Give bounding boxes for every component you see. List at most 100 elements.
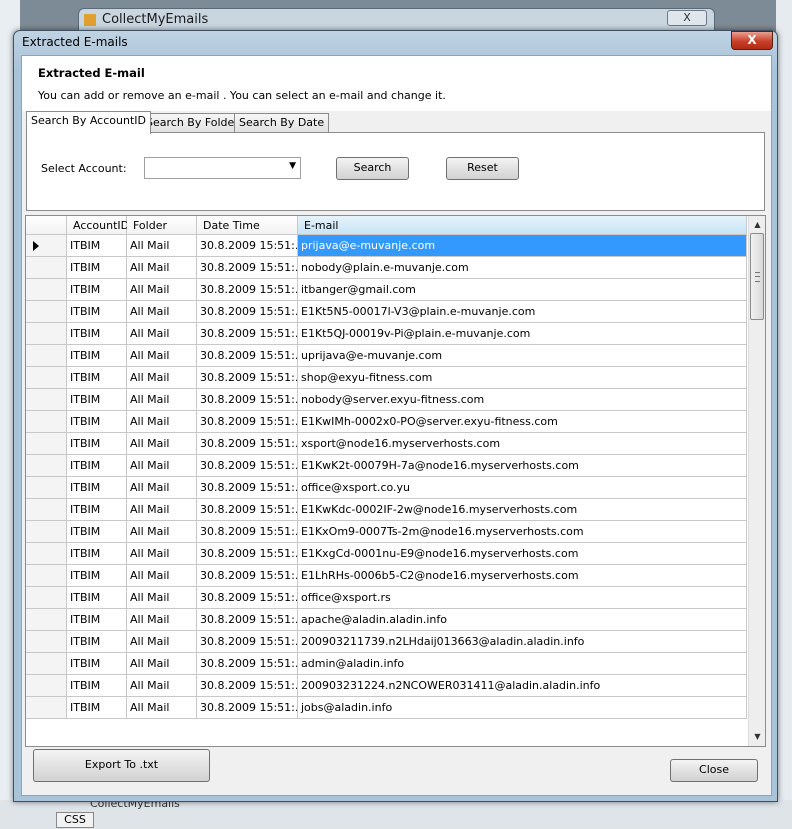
cell-datetime[interactable]: 30.8.2009 15:51:... (197, 565, 298, 587)
cell-folder[interactable]: All Mail (127, 301, 197, 323)
cell-folder[interactable]: All Mail (127, 609, 197, 631)
table-row[interactable]: ITBIM All Mail 30.8.2009 15:51:... E1Kt5N5-… (26, 301, 747, 323)
row-header[interactable] (26, 565, 67, 587)
cell-datetime[interactable]: 30.8.2009 15:51:... (197, 235, 298, 257)
cell-folder[interactable]: All Mail (127, 697, 197, 719)
dialog-close-button[interactable]: X (731, 31, 773, 50)
cell-datetime[interactable]: 30.8.2009 15:51:... (197, 609, 298, 631)
cell-folder[interactable]: All Mail (127, 235, 197, 257)
cell-datetime[interactable]: 30.8.2009 15:51:... (197, 323, 298, 345)
cell-email[interactable]: apache@aladin.aladin.info (298, 609, 747, 631)
cell-datetime[interactable]: 30.8.2009 15:51:... (197, 257, 298, 279)
cell-accountid[interactable]: ITBIM (67, 587, 127, 609)
cell-datetime[interactable]: 30.8.2009 15:51:... (197, 631, 298, 653)
cell-email[interactable]: shop@exyu-fitness.com (298, 367, 747, 389)
cell-email[interactable]: prijava@e-muvanje.com (298, 235, 747, 257)
cell-email[interactable]: xsport@node16.myserverhosts.com (298, 433, 747, 455)
row-header[interactable] (26, 367, 67, 389)
cell-accountid[interactable]: ITBIM (67, 631, 127, 653)
cell-accountid[interactable]: ITBIM (67, 521, 127, 543)
table-row[interactable]: ITBIM All Mail 30.8.2009 15:51:... 20090323… (26, 675, 747, 697)
row-header[interactable] (26, 345, 67, 367)
cell-email[interactable]: E1LhRHs-0006b5-C2@node16.myserverhosts.c… (298, 565, 747, 587)
export-to-txt-button[interactable]: Export To .txt (33, 749, 210, 782)
table-row[interactable]: ITBIM All Mail 30.8.2009 15:51:... E1LhRHs-… (26, 565, 747, 587)
cell-accountid[interactable]: ITBIM (67, 499, 127, 521)
row-header[interactable] (26, 433, 67, 455)
cell-datetime[interactable]: 30.8.2009 15:51:... (197, 389, 298, 411)
reset-button[interactable]: Reset (446, 157, 519, 180)
cell-accountid[interactable]: ITBIM (67, 345, 127, 367)
cell-folder[interactable]: All Mail (127, 367, 197, 389)
cell-datetime[interactable]: 30.8.2009 15:51:... (197, 675, 298, 697)
cell-folder[interactable]: All Mail (127, 345, 197, 367)
cell-accountid[interactable]: ITBIM (67, 477, 127, 499)
row-header[interactable] (26, 587, 67, 609)
cell-accountid[interactable]: ITBIM (67, 367, 127, 389)
table-row[interactable]: ITBIM All Mail 30.8.2009 15:51:... E1KxOm9-… (26, 521, 747, 543)
table-row[interactable]: ITBIM All Mail 30.8.2009 15:51:... nobody@s… (26, 389, 747, 411)
row-header[interactable] (26, 697, 67, 719)
row-header[interactable] (26, 653, 67, 675)
cell-email[interactable]: E1Kt5QJ-00019v-Pi@plain.e-muvanje.com (298, 323, 747, 345)
row-header[interactable] (26, 675, 67, 697)
cell-email[interactable]: nobody@server.exyu-fitness.com (298, 389, 747, 411)
table-row[interactable]: ITBIM All Mail 30.8.2009 15:51:... E1KxgCd-… (26, 543, 747, 565)
cell-datetime[interactable]: 30.8.2009 15:51:... (197, 367, 298, 389)
cell-datetime[interactable]: 30.8.2009 15:51:... (197, 587, 298, 609)
cell-datetime[interactable]: 30.8.2009 15:51:... (197, 499, 298, 521)
table-row[interactable]: ITBIM All Mail 30.8.2009 15:51:... E1KwK2t-… (26, 455, 747, 477)
row-header[interactable] (26, 499, 67, 521)
row-header[interactable] (26, 301, 67, 323)
row-header[interactable] (26, 257, 67, 279)
table-row[interactable]: ITBIM All Mail 30.8.2009 15:51:... 20090321… (26, 631, 747, 653)
table-row[interactable]: ITBIM All Mail 30.8.2009 15:51:... itbanger… (26, 279, 747, 301)
cell-accountid[interactable]: ITBIM (67, 455, 127, 477)
row-indicator-icon[interactable] (26, 235, 67, 257)
cell-datetime[interactable]: 30.8.2009 15:51:... (197, 433, 298, 455)
cell-email[interactable]: E1KwK2t-00079H-7a@node16.myserverhosts.c… (298, 455, 747, 477)
cell-datetime[interactable]: 30.8.2009 15:51:... (197, 411, 298, 433)
cell-accountid[interactable]: ITBIM (67, 279, 127, 301)
cell-email[interactable]: office@xsport.co.yu (298, 477, 747, 499)
column-header-folder[interactable]: Folder (127, 216, 197, 235)
cell-email[interactable]: itbanger@gmail.com (298, 279, 747, 301)
cell-folder[interactable]: All Mail (127, 389, 197, 411)
row-header[interactable] (26, 323, 67, 345)
row-header[interactable] (26, 477, 67, 499)
cell-email[interactable]: E1KxgCd-0001nu-E9@node16.myserverhosts.c… (298, 543, 747, 565)
cell-email[interactable]: 200903211739.n2LHdaij013663@aladin.aladi… (298, 631, 747, 653)
column-header-accountid[interactable]: AccountID (67, 216, 129, 235)
chevron-down-icon[interactable]: ▼ (749, 728, 765, 745)
cell-folder[interactable]: All Mail (127, 521, 197, 543)
cell-email[interactable]: E1KwIMh-0002x0-PO@server.exyu-fitness.co… (298, 411, 747, 433)
cell-datetime[interactable]: 30.8.2009 15:51:... (197, 477, 298, 499)
cell-datetime[interactable]: 30.8.2009 15:51:... (197, 697, 298, 719)
cell-folder[interactable]: All Mail (127, 411, 197, 433)
cell-accountid[interactable]: ITBIM (67, 257, 127, 279)
cell-datetime[interactable]: 30.8.2009 15:51:... (197, 521, 298, 543)
cell-datetime[interactable]: 30.8.2009 15:51:... (197, 543, 298, 565)
cell-accountid[interactable]: ITBIM (67, 411, 127, 433)
cell-email[interactable]: nobody@plain.e-muvanje.com (298, 257, 747, 279)
search-button[interactable]: Search (336, 157, 409, 180)
cell-folder[interactable]: All Mail (127, 543, 197, 565)
cell-folder[interactable]: All Mail (127, 675, 197, 697)
cell-folder[interactable]: All Mail (127, 257, 197, 279)
account-select[interactable]: ▼ (144, 157, 301, 179)
row-header[interactable] (26, 279, 67, 301)
cell-folder[interactable]: All Mail (127, 455, 197, 477)
row-header[interactable] (26, 389, 67, 411)
grid-vertical-scrollbar[interactable]: ▲ ▼ (748, 216, 765, 746)
cell-folder[interactable]: All Mail (127, 653, 197, 675)
row-header[interactable] (26, 631, 67, 653)
tab-search-by-account[interactable]: Search By AccountID (26, 111, 151, 134)
column-header-email[interactable]: E-mail (298, 216, 747, 235)
cell-accountid[interactable]: ITBIM (67, 323, 127, 345)
cell-email[interactable]: office@xsport.rs (298, 587, 747, 609)
cell-folder[interactable]: All Mail (127, 499, 197, 521)
cell-datetime[interactable]: 30.8.2009 15:51:... (197, 653, 298, 675)
cell-accountid[interactable]: ITBIM (67, 235, 127, 257)
tab-search-by-date[interactable]: Search By Date (234, 113, 330, 133)
css-dropdown[interactable]: CSS (56, 812, 94, 828)
